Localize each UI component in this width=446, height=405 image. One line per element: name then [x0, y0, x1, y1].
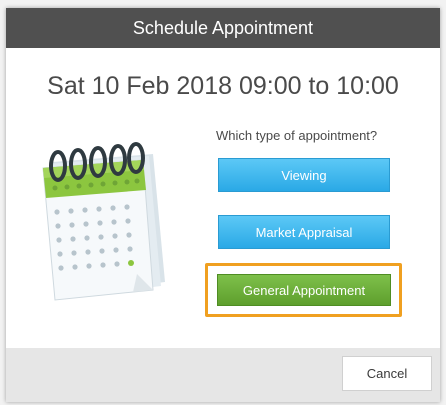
general-appointment-button[interactable]: General Appointment — [217, 274, 391, 306]
dialog-title: Schedule Appointment — [6, 8, 440, 48]
dialog-footer: Cancel — [6, 348, 440, 402]
appointment-type-question: Which type of appointment? — [216, 128, 378, 143]
schedule-appointment-dialog: Schedule Appointment Sat 10 Feb 2018 09:… — [6, 8, 440, 402]
appointment-time: Sat 10 Feb 2018 09:00 to 10:00 — [47, 72, 399, 100]
calendar-icon — [25, 124, 192, 310]
market-appraisal-button[interactable]: Market Appraisal — [218, 215, 390, 249]
calendar-illustration — [42, 142, 165, 301]
viewing-button[interactable]: Viewing — [218, 158, 390, 192]
cancel-button[interactable]: Cancel — [342, 356, 432, 391]
